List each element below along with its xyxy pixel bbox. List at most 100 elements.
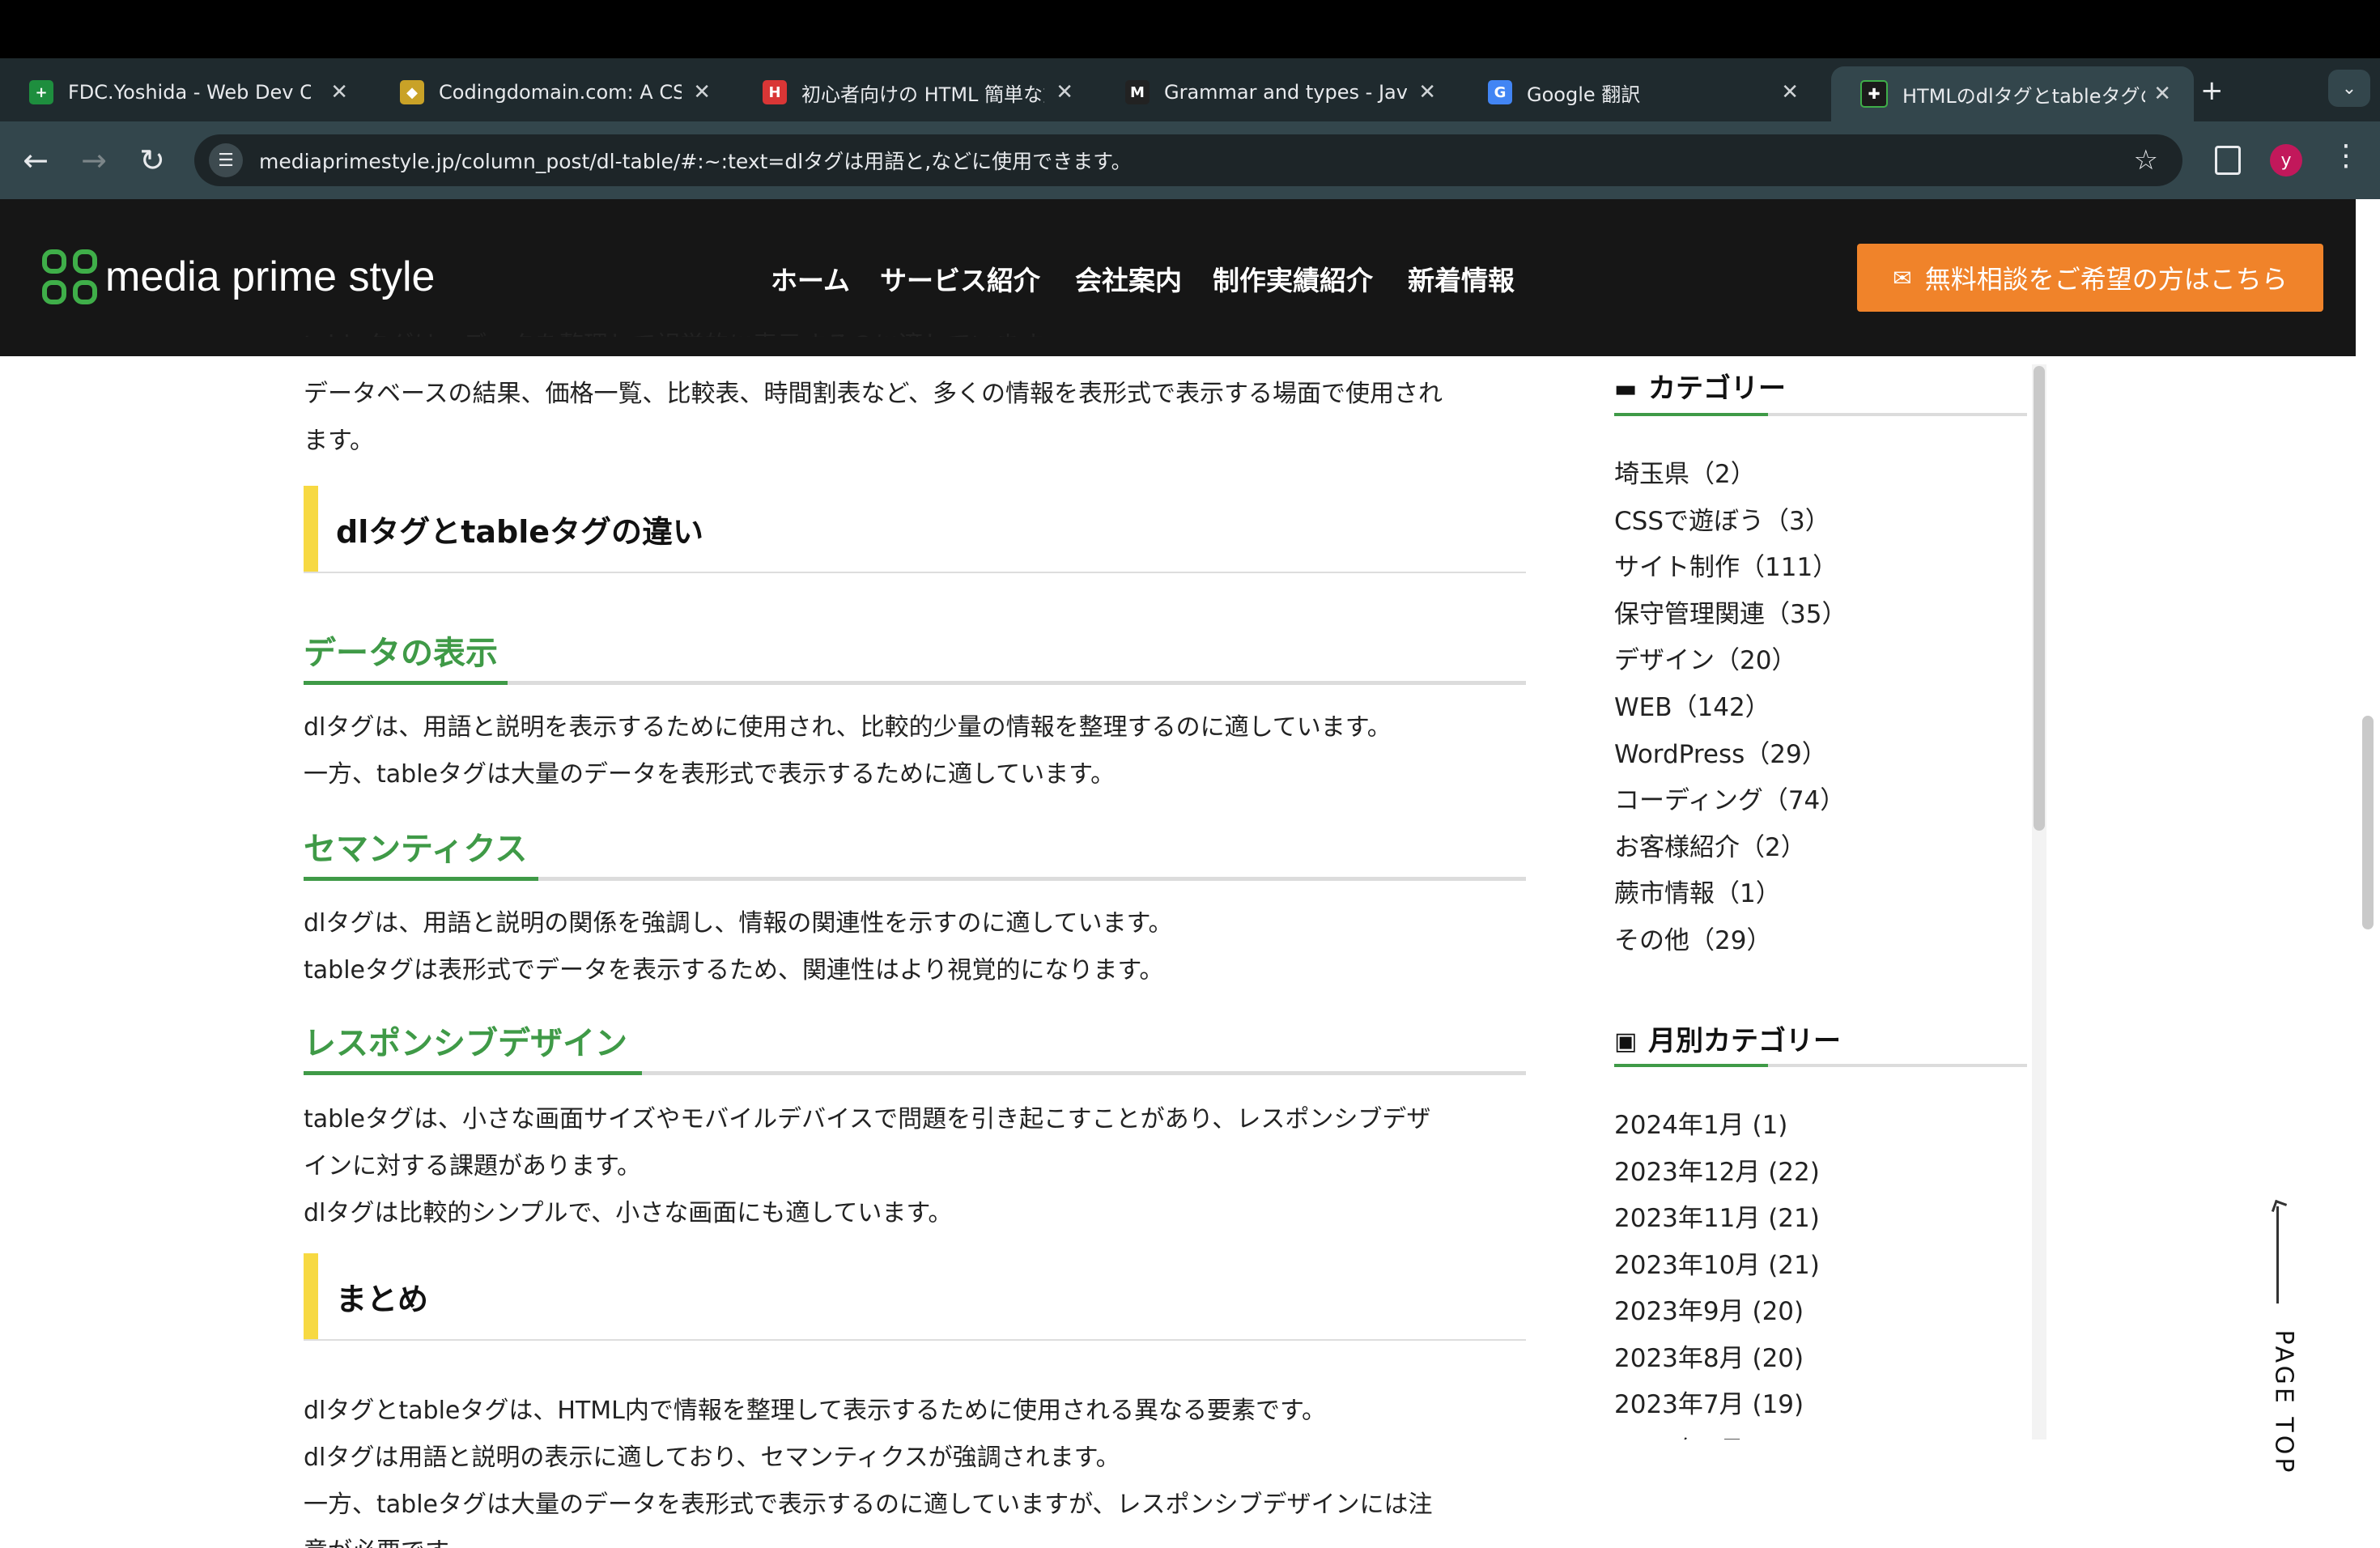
category-link[interactable]: WordPress（29）: [1614, 734, 1827, 770]
tab-title: HTMLのdlタグとtableタグの: [1902, 84, 2145, 108]
cta-label: 無料相談をご希望の方はこちら: [1924, 264, 2288, 295]
paragraph: dlタグは、用語と説明を表示するために使用され、比較的少量の情報を整理するのに適…: [304, 713, 1392, 742]
category-link[interactable]: サイト制作（111）: [1614, 546, 1838, 583]
close-icon[interactable]: ✕: [693, 80, 711, 104]
page-top-label: PAGE TOP: [2269, 1329, 2298, 1476]
heading-summary: まとめ: [304, 1253, 1526, 1341]
url-text[interactable]: mediaprimestyle.jp/column_post/dl-table/…: [259, 146, 1132, 175]
forward-icon[interactable]: →: [73, 139, 115, 181]
paragraph: 意が必要です。: [304, 1529, 1526, 1548]
nav-works[interactable]: 制作実績紹介: [1213, 259, 1373, 298]
heading-text: カテゴリー: [1648, 372, 1786, 405]
month-link[interactable]: 2023年6月 (20): [1614, 1430, 1804, 1440]
translate-icon: G: [1488, 80, 1512, 104]
back-icon[interactable]: ←: [15, 139, 57, 181]
free-consultation-button[interactable]: ✉ 無料相談をご希望の方はこちら: [1857, 244, 2323, 312]
mediaprime-icon: ✚: [1860, 80, 1888, 108]
heading-accent: [304, 877, 538, 881]
page-top-line: [2276, 1206, 2279, 1303]
mail-icon: ✉: [1893, 264, 1912, 291]
tab-title: 初心者向けの HTML 簡単な方: [801, 83, 1044, 106]
heading-accent: [304, 681, 508, 685]
bookmark-star-icon[interactable]: ☆: [2134, 144, 2158, 176]
folder-icon: ▬: [1614, 374, 1638, 403]
tab-search-button[interactable]: ⌄: [2328, 70, 2370, 107]
month-link[interactable]: 2023年11月 (21): [1614, 1197, 1820, 1234]
category-heading: ▬ カテゴリー: [1614, 366, 1786, 406]
close-icon[interactable]: ✕: [1781, 80, 1799, 104]
nav-company[interactable]: 会社案内: [1075, 259, 1182, 298]
month-link[interactable]: 2023年7月 (19): [1614, 1384, 1804, 1420]
category-link[interactable]: お客様紹介（2）: [1614, 827, 1806, 863]
category-link[interactable]: 保守管理関連（35）: [1614, 593, 1847, 630]
heading-text: セマンティクス: [304, 831, 528, 868]
paragraph: tableタグは、小さな画面サイズやモバイルデバイスで問題を引き起こすことがあり…: [304, 1105, 1431, 1133]
nav-services[interactable]: サービス紹介: [880, 259, 1040, 298]
close-icon[interactable]: ✕: [1418, 80, 1436, 104]
heading-accent: [304, 1071, 642, 1075]
heading-bar: [304, 1253, 318, 1339]
new-tab-button[interactable]: +: [2200, 74, 2224, 107]
address-bar[interactable]: ☰ mediaprimestyle.jp/column_post/dl-tabl…: [194, 134, 2182, 186]
tab-html-beginner[interactable]: H 初心者向けの HTML 簡単な方 ✕: [733, 66, 1096, 118]
menu-kebab-icon[interactable]: ⋮: [2331, 139, 2361, 172]
page-scrollbar-thumb[interactable]: [2362, 716, 2374, 929]
close-icon[interactable]: ✕: [330, 80, 348, 104]
month-link[interactable]: 2023年9月 (20): [1614, 1291, 1804, 1327]
heading-rule: [1614, 413, 2027, 416]
side-panel-icon[interactable]: [2215, 146, 2241, 175]
tab-title: Codingdomain.com: A CSS: [439, 81, 682, 104]
tab-active-dl-table[interactable]: ✚ HTMLのdlタグとtableタグの ✕: [1831, 66, 2194, 121]
heading-data-display: データの表示: [304, 627, 1526, 685]
paragraph: tableタグは表形式でデータを表示するため、関連性はより視覚的になります。: [304, 956, 1164, 985]
tab-fdc[interactable]: + FDC.Yoshida - Web Dev Cu ✕: [0, 66, 371, 118]
monthly-heading: ▣ 月別カテゴリー: [1614, 1019, 1841, 1058]
category-link[interactable]: その他（29）: [1614, 920, 1771, 956]
mdn-icon: M: [1125, 80, 1150, 104]
heading-text: データの表示: [304, 635, 498, 672]
tab-title: FDC.Yoshida - Web Dev Cu: [68, 81, 311, 104]
heading-responsive: レスポンシブデザイン: [304, 1017, 1526, 1075]
paragraph: データベースの結果、価格一覧、比較表、時間割表など、多くの情報を表形式で表示する…: [304, 380, 1443, 408]
window-titlebar: [0, 0, 2380, 58]
heading-semantics: セマンティクス: [304, 823, 1526, 881]
sidebar-scrollbar-thumb[interactable]: [2034, 366, 2045, 831]
category-link[interactable]: WEB（142）: [1614, 687, 1770, 723]
paragraph: dlタグは比較的シンプルで、小さな画面にも適しています。: [304, 1199, 953, 1227]
heading-rule: [1614, 1064, 2027, 1067]
site-settings-icon[interactable]: ☰: [209, 143, 243, 177]
nav-news[interactable]: 新着情報: [1408, 259, 1515, 298]
category-link[interactable]: デザイン（20）: [1614, 640, 1796, 676]
tab-title: Grammar and types - Java: [1164, 81, 1407, 104]
tab-codingdomain[interactable]: ◆ Codingdomain.com: A CSS ✕: [371, 66, 733, 118]
paragraph: 一方、tableタグは大量のデータを表形式で表示するために適しています。: [304, 760, 1116, 789]
category-link[interactable]: 埼玉県（2）: [1614, 453, 1756, 490]
tab-mdn[interactable]: M Grammar and types - Java ✕: [1096, 66, 1459, 118]
paragraph: dlタグとtableタグは、HTML内で情報を整理して表示するために使用される異…: [304, 1397, 1326, 1425]
sheets-icon: +: [29, 80, 53, 104]
heading-dl-table-diff: dlタグとtableタグの違い: [304, 486, 1526, 573]
page-top-button[interactable]: PAGE TOP: [2259, 1190, 2307, 1476]
heading-bar: [304, 486, 318, 572]
calendar-icon: ▣: [1614, 1027, 1638, 1056]
reload-icon[interactable]: ↻: [131, 139, 173, 181]
month-link[interactable]: 2024年1月 (1): [1614, 1104, 1787, 1141]
close-icon[interactable]: ✕: [1056, 80, 1073, 104]
category-link[interactable]: コーディング（74）: [1614, 780, 1845, 816]
close-icon[interactable]: ✕: [2153, 82, 2171, 106]
tab-google-translate[interactable]: G Google 翻訳 ✕: [1459, 66, 1821, 118]
logo-text: media prime style: [105, 253, 436, 300]
heading-text: まとめ: [336, 1282, 429, 1317]
month-link[interactable]: 2023年8月 (20): [1614, 1337, 1804, 1374]
profile-avatar[interactable]: y: [2270, 144, 2302, 176]
paragraph: インに対する課題があります。: [304, 1152, 641, 1180]
month-link[interactable]: 2023年10月 (21): [1614, 1244, 1820, 1281]
site-logo[interactable]: media prime style: [42, 249, 435, 304]
category-link[interactable]: 蕨市情報（1）: [1614, 873, 1781, 909]
paragraph: dlタグは用語と説明の表示に適しており、セマンティクスが強調されます。: [304, 1444, 1120, 1472]
nav-home[interactable]: ホーム: [771, 259, 850, 298]
heading-text: dlタグとtableタグの違い: [336, 514, 704, 550]
category-link[interactable]: CSSで遊ぼう（3）: [1614, 500, 1830, 537]
month-link[interactable]: 2023年12月 (22): [1614, 1151, 1820, 1188]
codingdomain-icon: ◆: [400, 80, 424, 104]
